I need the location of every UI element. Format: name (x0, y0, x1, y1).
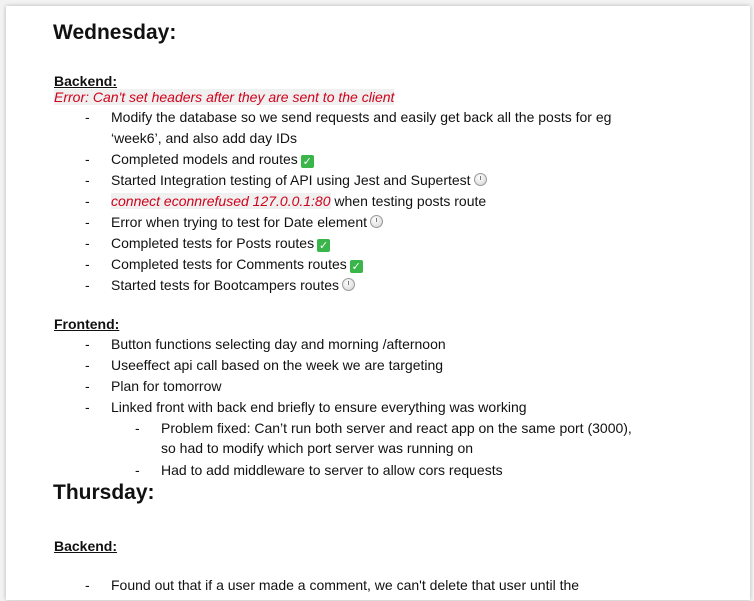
thursday-heading: Thursday: (53, 481, 155, 504)
list-item-text: Useeffect api call based on the week we … (111, 357, 444, 373)
bullet-dash: - (135, 420, 140, 436)
wednesday-heading: Wednesday: (53, 21, 177, 44)
list-item-text: Button functions selecting day and morni… (111, 336, 446, 352)
check-mark-icon: ✓ (349, 260, 363, 273)
list-item-text: Error when trying to test for Date eleme… (111, 214, 367, 230)
clock-icon (342, 278, 355, 291)
check-mark-icon: ✓ (317, 239, 331, 252)
backend-error-line: Error: Can't set headers after they are … (54, 89, 395, 105)
list-item-text: Found out that if a user made a comment,… (111, 577, 580, 593)
bullet-dash: - (85, 357, 90, 373)
check-mark-icon: ✓ (300, 155, 314, 168)
error-text: connect econnrefused 127.0.0.1:80 (111, 193, 331, 209)
clock-icon (370, 215, 383, 228)
list-item-text: ‘week6’, and also add day IDs (111, 130, 297, 146)
bullet-dash: - (85, 577, 90, 593)
document-page: Wednesday: Backend: Error: Can't set hea… (6, 6, 750, 600)
wednesday-backend-heading: Backend: (54, 73, 118, 89)
list-item-text: Plan for tomorrow (111, 378, 222, 394)
bullet-dash: - (85, 256, 90, 272)
wednesday-frontend-heading: Frontend: (54, 316, 120, 332)
list-item-text: Completed tests for Posts routes (111, 235, 315, 251)
clock-icon (473, 173, 487, 186)
list-item-text: Completed tests for Comments routes (111, 256, 347, 272)
bullet-dash: - (85, 214, 90, 230)
list-item-text: Started tests for Bootcampers routes (111, 277, 339, 293)
list-item-text: when testing posts route (330, 193, 487, 209)
bullet-dash: - (85, 193, 90, 209)
bullet-dash: - (85, 277, 90, 293)
bullet-dash: - (85, 151, 90, 167)
bullet-dash: - (85, 235, 90, 251)
bullet-dash: - (85, 336, 90, 352)
bullet-dash: - (85, 109, 90, 125)
list-item-text: Had to add middleware to server to allow… (161, 462, 503, 478)
bullet-dash: - (135, 462, 140, 478)
list-item-text: Completed models and routes (111, 151, 298, 167)
list-item-text: Linked front with back end briefly to en… (111, 399, 527, 415)
bullet-dash: - (85, 378, 90, 394)
list-item-text: Problem fixed: Can’t run both server and… (161, 420, 632, 436)
list-item-text: Started Integration testing of API using… (111, 172, 471, 188)
bullet-dash: - (85, 399, 90, 415)
list-item-text: so had to modify which port server was r… (161, 440, 474, 456)
list-item-text: Modify the database so we send requests … (111, 109, 612, 125)
bullet-dash: - (85, 172, 90, 188)
thursday-backend-heading: Backend: (54, 538, 118, 554)
